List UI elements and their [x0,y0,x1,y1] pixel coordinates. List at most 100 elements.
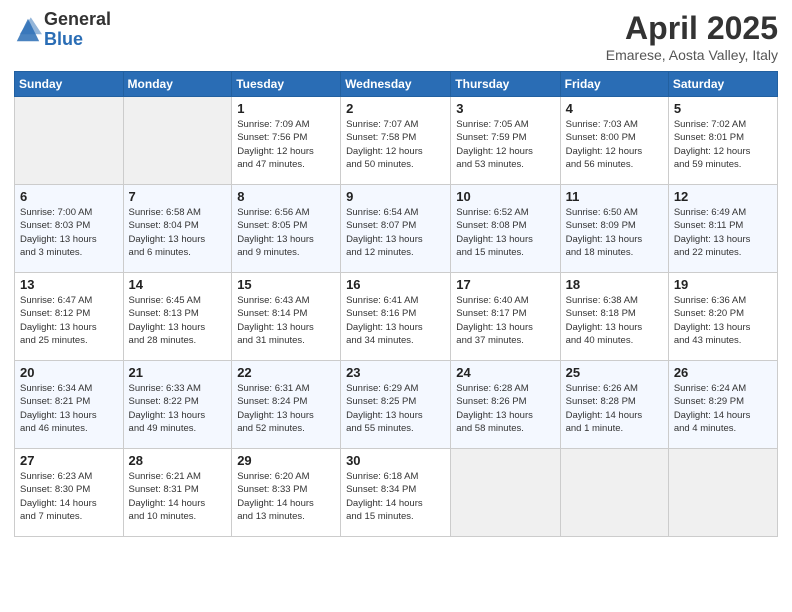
day-number: 4 [566,101,663,116]
logo-general-label: General [44,10,111,30]
day-number: 8 [237,189,335,204]
day-info: Sunrise: 6:28 AM Sunset: 8:26 PM Dayligh… [456,382,554,435]
day-number: 26 [674,365,772,380]
day-number: 24 [456,365,554,380]
header-tuesday: Tuesday [232,72,341,97]
table-row: 23 Sunrise: 6:29 AM Sunset: 8:25 PM Dayli… [341,361,451,449]
table-row: 4 Sunrise: 7:03 AM Sunset: 8:00 PM Daylig… [560,97,668,185]
calendar-page: General Blue April 2025 Emarese, Aosta V… [0,0,792,612]
table-row: 22 Sunrise: 6:31 AM Sunset: 8:24 PM Dayli… [232,361,341,449]
calendar-subtitle: Emarese, Aosta Valley, Italy [606,47,778,63]
day-info: Sunrise: 6:36 AM Sunset: 8:20 PM Dayligh… [674,294,772,347]
calendar-title: April 2025 [606,10,778,47]
day-info: Sunrise: 6:54 AM Sunset: 8:07 PM Dayligh… [346,206,445,259]
header-sunday: Sunday [15,72,124,97]
table-row: 26 Sunrise: 6:24 AM Sunset: 8:29 PM Dayli… [668,361,777,449]
table-row [123,97,232,185]
table-row [451,449,560,537]
table-row: 12Sunrise: 6:49 AM Sunset: 8:11 PM Dayli… [668,185,777,273]
table-row: 10 Sunrise: 6:52 AM Sunset: 8:08 PM Dayli… [451,185,560,273]
day-info: Sunrise: 6:40 AM Sunset: 8:17 PM Dayligh… [456,294,554,347]
calendar-table: Sunday Monday Tuesday Wednesday Thursday… [14,71,778,537]
day-number: 12 [674,189,772,204]
day-number: 7 [129,189,227,204]
table-row: 1 Sunrise: 7:09 AM Sunset: 7:56 PM Daylig… [232,97,341,185]
day-info: Sunrise: 6:23 AM Sunset: 8:30 PM Dayligh… [20,470,118,523]
table-row [15,97,124,185]
day-info: Sunrise: 6:24 AM Sunset: 8:29 PM Dayligh… [674,382,772,435]
table-row: 16Sunrise: 6:41 AM Sunset: 8:16 PM Dayli… [341,273,451,361]
day-number: 23 [346,365,445,380]
day-info: Sunrise: 6:31 AM Sunset: 8:24 PM Dayligh… [237,382,335,435]
week-row-4: 20 Sunrise: 6:34 AM Sunset: 8:21 PM Dayli… [15,361,778,449]
day-number: 22 [237,365,335,380]
day-number: 3 [456,101,554,116]
logo-blue-label: Blue [44,30,111,50]
day-number: 2 [346,101,445,116]
table-row: 30 Sunrise: 6:18 AM Sunset: 8:34 PM Dayli… [341,449,451,537]
table-row: 24 Sunrise: 6:28 AM Sunset: 8:26 PM Dayli… [451,361,560,449]
table-row: 15Sunrise: 6:43 AM Sunset: 8:14 PM Dayli… [232,273,341,361]
day-number: 25 [566,365,663,380]
day-number: 10 [456,189,554,204]
table-row: 29 Sunrise: 6:20 AM Sunset: 8:33 PM Dayli… [232,449,341,537]
day-info: Sunrise: 7:07 AM Sunset: 7:58 PM Dayligh… [346,118,445,171]
table-row: 3 Sunrise: 7:05 AM Sunset: 7:59 PM Daylig… [451,97,560,185]
table-row: 6 Sunrise: 7:00 AM Sunset: 8:03 PM Daylig… [15,185,124,273]
table-row: 25 Sunrise: 6:26 AM Sunset: 8:28 PM Dayli… [560,361,668,449]
day-number: 6 [20,189,118,204]
day-number: 27 [20,453,118,468]
table-row: 9Sunrise: 6:54 AM Sunset: 8:07 PM Daylig… [341,185,451,273]
week-row-1: 1 Sunrise: 7:09 AM Sunset: 7:56 PM Daylig… [15,97,778,185]
title-block: April 2025 Emarese, Aosta Valley, Italy [606,10,778,63]
day-number: 20 [20,365,118,380]
day-info: Sunrise: 7:09 AM Sunset: 7:56 PM Dayligh… [237,118,335,171]
day-info: Sunrise: 6:20 AM Sunset: 8:33 PM Dayligh… [237,470,335,523]
table-row: 17Sunrise: 6:40 AM Sunset: 8:17 PM Dayli… [451,273,560,361]
day-info: Sunrise: 6:45 AM Sunset: 8:13 PM Dayligh… [129,294,227,347]
day-number: 28 [129,453,227,468]
day-info: Sunrise: 6:33 AM Sunset: 8:22 PM Dayligh… [129,382,227,435]
day-info: Sunrise: 6:29 AM Sunset: 8:25 PM Dayligh… [346,382,445,435]
day-info: Sunrise: 7:03 AM Sunset: 8:00 PM Dayligh… [566,118,663,171]
day-number: 29 [237,453,335,468]
table-row: 14Sunrise: 6:45 AM Sunset: 8:13 PM Dayli… [123,273,232,361]
table-row: 21 Sunrise: 6:33 AM Sunset: 8:22 PM Dayli… [123,361,232,449]
header-saturday: Saturday [668,72,777,97]
day-info: Sunrise: 6:58 AM Sunset: 8:04 PM Dayligh… [129,206,227,259]
table-row: 20 Sunrise: 6:34 AM Sunset: 8:21 PM Dayli… [15,361,124,449]
day-info: Sunrise: 6:34 AM Sunset: 8:21 PM Dayligh… [20,382,118,435]
day-number: 18 [566,277,663,292]
day-info: Sunrise: 6:47 AM Sunset: 8:12 PM Dayligh… [20,294,118,347]
table-row: 5Sunrise: 7:02 AM Sunset: 8:01 PM Daylig… [668,97,777,185]
day-info: Sunrise: 6:18 AM Sunset: 8:34 PM Dayligh… [346,470,445,523]
day-info: Sunrise: 6:52 AM Sunset: 8:08 PM Dayligh… [456,206,554,259]
day-info: Sunrise: 6:56 AM Sunset: 8:05 PM Dayligh… [237,206,335,259]
day-info: Sunrise: 7:00 AM Sunset: 8:03 PM Dayligh… [20,206,118,259]
day-number: 21 [129,365,227,380]
day-info: Sunrise: 6:26 AM Sunset: 8:28 PM Dayligh… [566,382,663,435]
day-info: Sunrise: 6:38 AM Sunset: 8:18 PM Dayligh… [566,294,663,347]
table-row [668,449,777,537]
table-row: 13Sunrise: 6:47 AM Sunset: 8:12 PM Dayli… [15,273,124,361]
week-row-3: 13Sunrise: 6:47 AM Sunset: 8:12 PM Dayli… [15,273,778,361]
day-info: Sunrise: 7:02 AM Sunset: 8:01 PM Dayligh… [674,118,772,171]
logo-icon [14,16,42,44]
day-info: Sunrise: 7:05 AM Sunset: 7:59 PM Dayligh… [456,118,554,171]
day-info: Sunrise: 6:50 AM Sunset: 8:09 PM Dayligh… [566,206,663,259]
day-number: 30 [346,453,445,468]
day-number: 1 [237,101,335,116]
day-number: 16 [346,277,445,292]
table-row: 7 Sunrise: 6:58 AM Sunset: 8:04 PM Daylig… [123,185,232,273]
table-row: 27 Sunrise: 6:23 AM Sunset: 8:30 PM Dayli… [15,449,124,537]
table-row: 2 Sunrise: 7:07 AM Sunset: 7:58 PM Daylig… [341,97,451,185]
logo: General Blue [14,10,111,50]
table-row: 11 Sunrise: 6:50 AM Sunset: 8:09 PM Dayli… [560,185,668,273]
header-monday: Monday [123,72,232,97]
header-thursday: Thursday [451,72,560,97]
table-row: 18 Sunrise: 6:38 AM Sunset: 8:18 PM Dayli… [560,273,668,361]
table-row: 19Sunrise: 6:36 AM Sunset: 8:20 PM Dayli… [668,273,777,361]
day-number: 11 [566,189,663,204]
weekday-header-row: Sunday Monday Tuesday Wednesday Thursday… [15,72,778,97]
week-row-5: 27 Sunrise: 6:23 AM Sunset: 8:30 PM Dayli… [15,449,778,537]
